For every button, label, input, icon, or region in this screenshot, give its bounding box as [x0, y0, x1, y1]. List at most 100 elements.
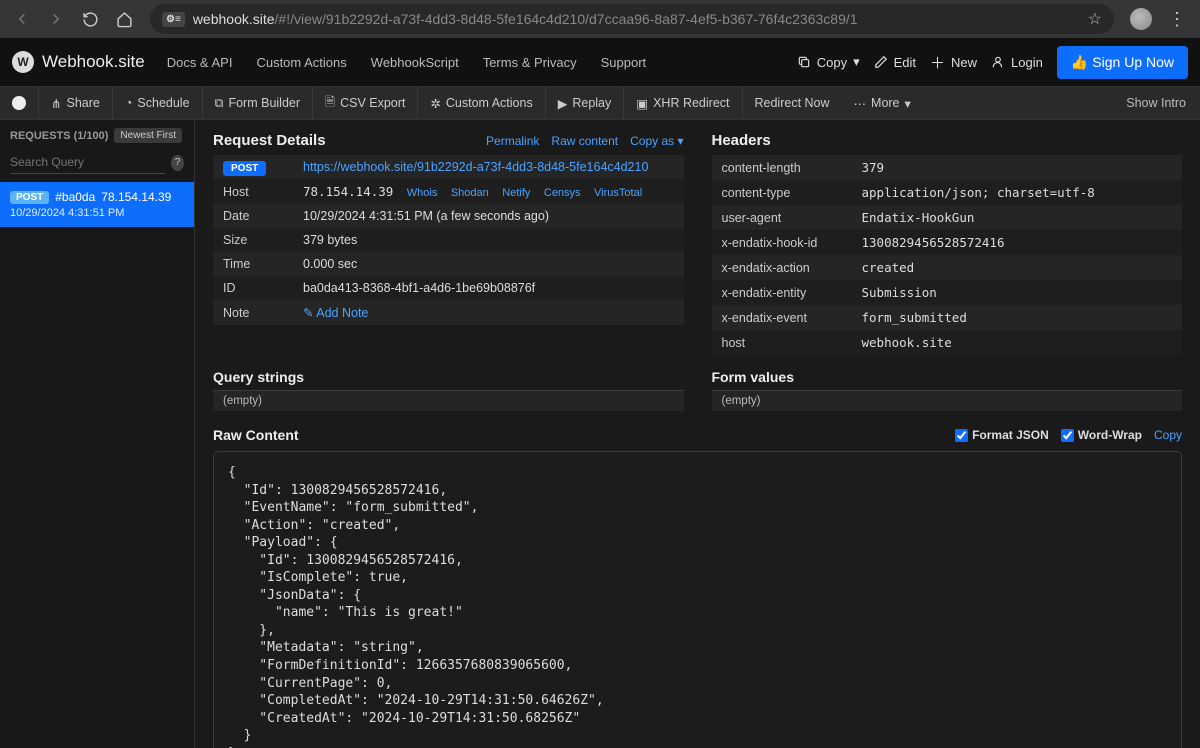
brand-name: Webhook.site	[42, 52, 145, 72]
note-label: Note	[213, 300, 293, 325]
request-hash: #ba0da	[55, 190, 95, 204]
caret-down-icon: ▾	[905, 96, 911, 111]
request-details-title: Request Details	[213, 132, 326, 149]
play-icon: ▶	[558, 96, 568, 111]
form-builder-button[interactable]: ⧉Form Builder	[203, 87, 313, 119]
reload-icon[interactable]	[76, 5, 104, 33]
clock-icon: ◔	[125, 96, 133, 110]
show-intro-button[interactable]: Show Intro	[1112, 96, 1200, 110]
content-area: Request Details Permalink Raw content Co…	[195, 120, 1200, 748]
host-lookup-links: Whois Shodan Netify Censys VirusTotal	[397, 185, 642, 199]
form-empty: (empty)	[712, 391, 1183, 411]
query-strings-title: Query strings	[213, 369, 684, 391]
header-key: x-endatix-event	[712, 305, 852, 330]
share-button[interactable]: ⋔Share	[39, 87, 113, 119]
redirect-now-button[interactable]: Redirect Now	[743, 87, 842, 119]
toolbar-dot[interactable]	[0, 87, 39, 119]
home-icon[interactable]	[110, 5, 138, 33]
request-details-table: POST https://webhook.site/91b2292d-a73f-…	[213, 155, 684, 325]
request-url[interactable]: https://webhook.site/91b2292d-a73f-4dd3-…	[303, 160, 648, 174]
share-icon: ⋔	[51, 96, 61, 111]
file-icon: 🗎	[325, 93, 335, 114]
copy-as-dropdown[interactable]: Copy as ▾	[630, 134, 683, 148]
header-value: webhook.site	[852, 330, 1183, 355]
time-value: 0.000 sec	[293, 252, 684, 276]
site-settings-icon[interactable]: ⚙≡	[162, 12, 185, 27]
request-list-item[interactable]: POST #ba0da 78.154.14.39 10/29/2024 4:31…	[0, 182, 194, 227]
browser-menu-icon[interactable]: ⋮	[1162, 9, 1192, 30]
new-button[interactable]: ＋New	[930, 52, 977, 73]
method-badge: POST	[223, 161, 266, 176]
nav-terms[interactable]: Terms & Privacy	[483, 55, 577, 70]
header-key: x-endatix-hook-id	[712, 230, 852, 255]
virustotal-link[interactable]: VirusTotal	[594, 187, 642, 199]
size-label: Size	[213, 228, 293, 252]
host-ip: 78.154.14.39	[303, 184, 393, 199]
word-wrap-toggle[interactable]: Word-Wrap	[1061, 428, 1142, 442]
request-time: 10/29/2024 4:31:51 PM	[10, 207, 184, 219]
more-dropdown[interactable]: ⋯ More ▾	[842, 87, 923, 119]
raw-content-body[interactable]: { "Id": 1300829456528572416, "EventName"…	[213, 451, 1182, 748]
nav-custom-actions[interactable]: Custom Actions	[256, 55, 346, 70]
id-label: ID	[213, 276, 293, 300]
shodan-link[interactable]: Shodan	[451, 187, 489, 199]
netify-link[interactable]: Netify	[502, 187, 530, 199]
nav-support[interactable]: Support	[601, 55, 647, 70]
form-values-title: Form values	[712, 369, 1183, 391]
caret-down-icon: ▾	[853, 54, 860, 70]
dots-icon: ⋯	[854, 96, 867, 111]
add-note-button[interactable]: ✎ Add Note	[303, 306, 368, 320]
method-badge: POST	[10, 191, 49, 204]
edit-button[interactable]: Edit	[874, 55, 916, 70]
schedule-button[interactable]: ◔Schedule	[113, 87, 203, 119]
custom-actions-button[interactable]: ✲Custom Actions	[418, 87, 545, 119]
signup-button[interactable]: 👍Sign Up Now	[1057, 46, 1188, 79]
logo-icon: W	[12, 51, 34, 73]
date-value: 10/29/2024 4:31:51 PM (a few seconds ago…	[293, 204, 684, 228]
sort-toggle[interactable]: Newest First	[114, 128, 182, 143]
login-button[interactable]: Login	[991, 55, 1043, 70]
brand-logo[interactable]: W Webhook.site	[12, 51, 145, 73]
header-value: 1300829456528572416	[852, 230, 1183, 255]
csv-export-button[interactable]: 🗎CSV Export	[313, 87, 418, 119]
header-key: x-endatix-entity	[712, 280, 852, 305]
header-value: created	[852, 255, 1183, 280]
form-icon: ⧉	[215, 96, 224, 111]
nav-webhookscript[interactable]: WebhookScript	[371, 55, 459, 70]
star-icon[interactable]: ☆	[1088, 9, 1102, 29]
header-nav: Docs & API Custom Actions WebhookScript …	[167, 55, 646, 70]
profile-avatar[interactable]	[1130, 8, 1152, 30]
permalink-link[interactable]: Permalink	[486, 134, 539, 148]
raw-content-link[interactable]: Raw content	[551, 134, 618, 148]
id-value: ba0da413-8368-4bf1-a4d6-1be69b08876f	[293, 276, 684, 300]
header-key: x-endatix-action	[712, 255, 852, 280]
app-header: W Webhook.site Docs & API Custom Actions…	[0, 38, 1200, 86]
time-label: Time	[213, 252, 293, 276]
address-bar[interactable]: ⚙≡ webhook.site/#!/view/91b2292d-a73f-4d…	[150, 4, 1114, 34]
censys-link[interactable]: Censys	[544, 187, 581, 199]
header-key: user-agent	[712, 205, 852, 230]
replay-button[interactable]: ▶Replay	[546, 87, 625, 119]
header-value: application/json; charset=utf-8	[852, 180, 1183, 205]
help-icon[interactable]: ?	[171, 155, 184, 171]
size-value: 379 bytes	[293, 228, 684, 252]
raw-content-title: Raw Content	[213, 427, 299, 443]
whois-link[interactable]: Whois	[407, 187, 438, 199]
search-input[interactable]	[10, 151, 165, 174]
header-value: Submission	[852, 280, 1183, 305]
sidebar: REQUESTS (1/100) Newest First ? POST #ba…	[0, 120, 195, 748]
header-key: content-length	[712, 155, 852, 180]
copy-raw-button[interactable]: Copy	[1154, 428, 1182, 442]
copy-dropdown[interactable]: Copy ▾	[797, 54, 860, 70]
dot-icon	[12, 96, 26, 110]
forward-icon[interactable]	[42, 5, 70, 33]
nav-docs[interactable]: Docs & API	[167, 55, 233, 70]
headers-title: Headers	[712, 132, 771, 149]
xhr-redirect-button[interactable]: ▣XHR Redirect	[624, 87, 742, 119]
query-empty: (empty)	[213, 391, 684, 411]
header-key: content-type	[712, 180, 852, 205]
header-key: host	[712, 330, 852, 355]
back-icon[interactable]	[8, 5, 36, 33]
gear-icon: ✲	[430, 96, 440, 111]
format-json-toggle[interactable]: Format JSON	[955, 428, 1049, 442]
